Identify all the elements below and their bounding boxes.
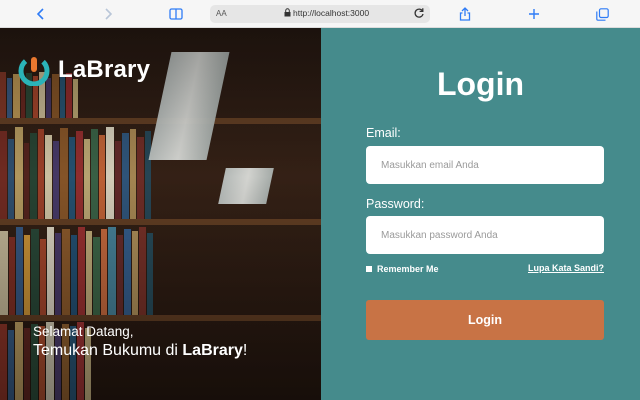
- password-field[interactable]: [366, 216, 604, 254]
- login-button[interactable]: Login: [366, 300, 604, 340]
- login-panel: Login Email: Password: Remember Me Lupa …: [321, 28, 640, 400]
- email-field[interactable]: [366, 146, 604, 184]
- back-icon[interactable]: [32, 5, 50, 23]
- book-icon[interactable]: [167, 5, 185, 23]
- url-text: http://localhost:3000: [293, 8, 370, 18]
- browser-toolbar: AA http://localhost:3000: [0, 0, 640, 28]
- welcome-line-2-end: !: [242, 342, 248, 359]
- email-label: Email:: [366, 126, 401, 140]
- reload-icon[interactable]: [413, 7, 425, 21]
- new-tab-icon[interactable]: [525, 5, 543, 23]
- share-icon[interactable]: [456, 5, 474, 23]
- hero-library-image: LaBrary Selamat Datang, Temukan Bukumu d…: [0, 28, 321, 400]
- forgot-password-link[interactable]: Lupa Kata Sandi?: [528, 263, 604, 273]
- lock-icon: [284, 8, 291, 19]
- tabs-icon[interactable]: [593, 5, 611, 23]
- text-size-button[interactable]: AA: [216, 9, 227, 18]
- remember-me-checkbox[interactable]: [366, 266, 372, 272]
- welcome-line-2-text: Temukan Bukumu di: [33, 342, 183, 359]
- welcome-message: Selamat Datang, Temukan Bukumu di LaBrar…: [33, 324, 247, 360]
- welcome-line-1: Selamat Datang,: [33, 324, 134, 339]
- remember-me-label: Remember Me: [377, 264, 439, 274]
- login-title: Login: [436, 66, 525, 102]
- forward-icon[interactable]: [99, 5, 117, 23]
- brand-name: LaBrary: [58, 56, 151, 83]
- password-label: Password:: [366, 197, 425, 211]
- logo: LaBrary: [18, 54, 151, 87]
- power-logo-icon: [18, 54, 50, 87]
- welcome-line-2: Temukan Bukumu di LaBrary!: [33, 342, 247, 360]
- welcome-brand: LaBrary: [182, 342, 243, 359]
- remember-me[interactable]: Remember Me: [366, 264, 439, 274]
- address-bar[interactable]: AA http://localhost:3000: [210, 5, 430, 23]
